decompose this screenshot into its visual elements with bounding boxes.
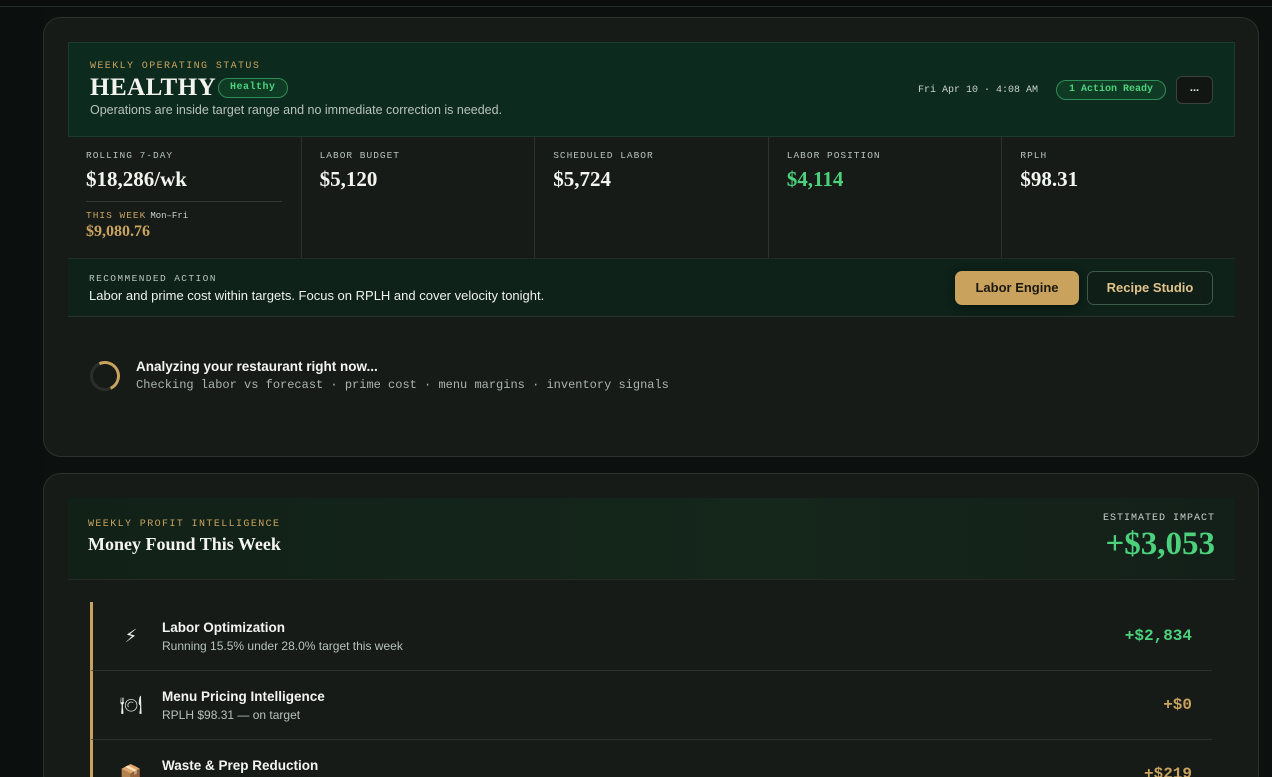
plate-icon: 🍽	[119, 695, 143, 715]
this-week-range: Mon–Fri	[150, 211, 189, 221]
more-options-button[interactable]: ...	[1176, 76, 1213, 104]
metric-label: RPLH	[1020, 150, 1048, 161]
status-badge: Healthy	[218, 78, 288, 98]
operating-status-card: WEEKLY OPERATING STATUS HEALTHY Healthy …	[43, 17, 1259, 457]
timestamp: Fri Apr 10 · 4:08 AM	[917, 85, 1038, 96]
recipe-studio-button[interactable]: Recipe Studio	[1087, 271, 1213, 305]
metric-rplh: RPLH $98.31	[1002, 137, 1235, 258]
metric-divider	[86, 201, 282, 202]
opportunity-value: +$0	[1163, 696, 1192, 714]
opportunity-value: +$2,834	[1124, 627, 1192, 645]
metric-label: LABOR POSITION	[786, 150, 881, 161]
opportunity-list: ⚡ Labor Optimization Running 15.5% under…	[90, 602, 1212, 777]
impact-value: +$3,053	[1105, 526, 1215, 562]
metric-value: $4,114	[786, 167, 844, 191]
opportunity-subtitle: Running 15.5% under 28.0% target this we…	[162, 639, 403, 653]
opportunity-labor-optimization[interactable]: ⚡ Labor Optimization Running 15.5% under…	[90, 602, 1212, 671]
status-eyebrow: WEEKLY OPERATING STATUS	[90, 61, 261, 72]
metric-value: $5,120	[319, 167, 378, 191]
metric-scheduled-labor: SCHEDULED LABOR $5,724	[535, 137, 769, 258]
opportunity-title: Labor Optimization	[162, 620, 285, 635]
metric-rolling-7-day: ROLLING 7-DAY $18,286/wk THIS WEEK Mon–Fr…	[68, 137, 302, 258]
analyzing-subtitle: Checking labor vs forecast · prime cost …	[136, 378, 669, 392]
labor-engine-button[interactable]: Labor Engine	[955, 271, 1079, 305]
top-border	[0, 0, 1272, 7]
lightning-icon: ⚡	[124, 626, 138, 646]
profit-title: Money Found This Week	[88, 534, 281, 554]
metric-value: $5,724	[553, 167, 611, 191]
profit-eyebrow: WEEKLY PROFIT INTELLIGENCE	[88, 519, 281, 530]
box-icon: 📦	[119, 764, 143, 777]
opportunity-title: Waste & Prep Reduction	[162, 758, 319, 773]
this-week-label: THIS WEEK Mon–Fri	[86, 210, 283, 221]
opportunity-waste-prep[interactable]: 📦 Waste & Prep Reduction +$219	[90, 740, 1212, 777]
action-ready-pill[interactable]: 1 Action Ready	[1055, 80, 1166, 100]
metrics-row: ROLLING 7-DAY $18,286/wk THIS WEEK Mon–Fr…	[68, 137, 1235, 259]
profit-header: WEEKLY PROFIT INTELLIGENCE Money Found T…	[68, 498, 1235, 580]
opportunity-menu-pricing[interactable]: 🍽 Menu Pricing Intelligence RPLH $98.31 …	[90, 671, 1212, 740]
this-week-value: $9,080.76	[86, 223, 150, 240]
opportunity-value: +$219	[1143, 765, 1192, 777]
metric-value: $18,286/wk	[86, 167, 187, 191]
recommended-eyebrow: RECOMMENDED ACTION	[89, 273, 217, 284]
metric-labor-position: LABOR POSITION $4,114	[769, 137, 1003, 258]
status-description: Operations are inside target range and n…	[90, 103, 503, 117]
metric-label: SCHEDULED LABOR	[553, 150, 654, 161]
recommended-action: RECOMMENDED ACTION Labor and prime cost …	[68, 259, 1235, 317]
metric-value: $98.31	[1020, 167, 1079, 191]
this-week-text: THIS WEEK	[86, 210, 147, 221]
opportunity-subtitle: RPLH $98.31 — on target	[162, 708, 301, 722]
status-title: HEALTHY	[90, 74, 217, 101]
opportunity-title: Menu Pricing Intelligence	[162, 689, 325, 704]
recommended-text: Labor and prime cost within targets. Foc…	[89, 288, 545, 303]
left-rail	[0, 7, 44, 777]
loading-spinner-icon	[85, 356, 125, 396]
metric-labor-budget: LABOR BUDGET $5,120	[302, 137, 536, 258]
status-header: WEEKLY OPERATING STATUS HEALTHY Healthy …	[68, 42, 1235, 137]
metric-label: LABOR BUDGET	[319, 150, 401, 161]
profit-intelligence-card: WEEKLY PROFIT INTELLIGENCE Money Found T…	[43, 473, 1259, 777]
metric-label: ROLLING 7-DAY	[86, 150, 174, 161]
analyzing-title: Analyzing your restaurant right now...	[136, 359, 378, 374]
impact-label: ESTIMATED IMPACT	[1102, 513, 1215, 524]
